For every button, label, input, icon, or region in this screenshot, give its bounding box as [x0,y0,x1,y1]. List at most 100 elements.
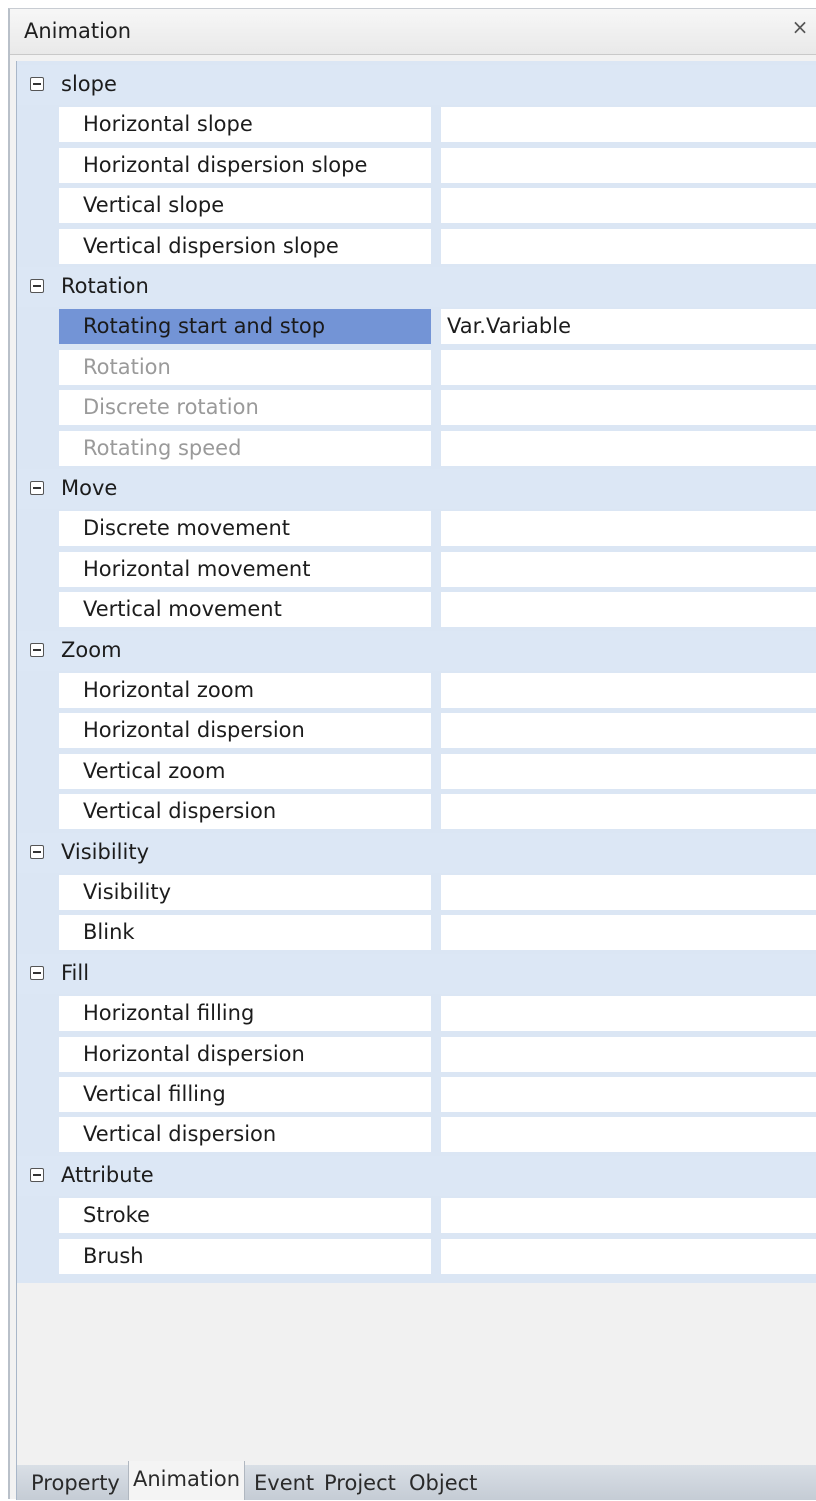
property-name[interactable]: Horizontal slope [59,107,431,143]
collapse-icon[interactable] [30,481,44,495]
category-fill[interactable]: Fill [17,953,816,994]
category-label: Attribute [61,1162,154,1187]
property-row: Rotation [55,347,816,388]
category-move[interactable]: Move [17,469,816,509]
property-value[interactable] [441,147,816,183]
tab-animation[interactable]: Animation [128,1461,246,1500]
property-value[interactable] [441,592,816,628]
property-row[interactable]: Blink [55,913,816,954]
property-name[interactable]: Discrete movement [59,511,431,547]
collapse-icon[interactable] [30,965,44,980]
property-row[interactable]: Horizontal dispersion [55,711,816,752]
property-grid: slope Horizontal slope Horizontal dispersi… [16,61,816,1283]
property-name[interactable]: Stroke [59,1198,431,1234]
property-value[interactable] [441,107,816,143]
property-value[interactable] [441,794,816,830]
property-row[interactable]: Stroke [55,1196,816,1237]
property-name[interactable]: Visibility [59,875,431,910]
property-name[interactable]: Horizontal dispersion [59,713,431,749]
collapse-icon[interactable] [30,77,44,91]
category-zoom[interactable]: Zoom [17,630,816,671]
property-row[interactable]: Horizontal filling [55,994,816,1035]
property-name[interactable]: Brush [59,1238,431,1274]
property-value[interactable] [441,753,816,789]
property-value[interactable] [441,1077,816,1112]
property-value[interactable]: Var.Variable [441,309,816,345]
property-value[interactable] [441,551,816,587]
property-value[interactable] [441,1238,816,1274]
collapse-icon[interactable] [30,642,44,657]
property-row[interactable]: Brush [55,1236,816,1277]
category-label: Visibility [61,839,150,864]
tab-property[interactable]: Property [27,1465,124,1500]
property-name[interactable]: Vertical dispersion [59,1117,431,1153]
property-value[interactable] [441,511,816,547]
property-name[interactable]: Vertical filling [59,1077,431,1112]
collapse-icon[interactable] [30,844,44,859]
property-name[interactable]: Vertical dispersion slope [59,228,431,264]
property-value[interactable] [441,673,816,708]
property-value[interactable] [441,188,816,224]
property-value[interactable] [441,713,816,749]
tab-event[interactable]: Event [250,1465,318,1500]
property-name[interactable]: Vertical slope [59,188,431,224]
property-row[interactable]: Vertical dispersion slope [55,226,816,267]
property-value [441,349,816,385]
tab-object[interactable]: Object [405,1465,481,1500]
property-grid-empty-area [16,1283,816,1465]
property-row[interactable]: Visibility [55,873,816,913]
tab-project[interactable]: Project [320,1465,400,1500]
category-label: Fill [61,960,90,985]
property-row[interactable]: Horizontal dispersion slope [55,145,816,186]
category-slope[interactable]: slope [17,65,816,105]
property-name[interactable]: Horizontal movement [59,551,431,587]
collapse-icon[interactable] [30,279,44,293]
category-label: slope [61,72,117,96]
property-name[interactable]: Rotating start and stop [59,309,431,345]
category-attribute[interactable]: Attribute [17,1155,816,1196]
property-row[interactable]: Vertical zoom [55,751,816,792]
property-name[interactable]: Blink [59,915,431,951]
panel-tab-strip: Property Animation Event Project Object [16,1461,816,1500]
property-name[interactable]: Vertical dispersion [59,794,431,830]
property-value[interactable] [441,915,816,951]
property-row[interactable]: Vertical movement [55,590,816,631]
property-name: Rotating speed [59,430,431,466]
property-value[interactable] [441,875,816,910]
property-name[interactable]: Horizontal dispersion [59,1036,431,1072]
category-label: Zoom [61,637,122,662]
property-name[interactable]: Horizontal filling [59,996,431,1032]
category-label: Rotation [61,274,149,298]
property-value [441,430,816,466]
property-value[interactable] [441,1198,816,1234]
property-value [441,390,816,426]
property-name[interactable]: Vertical movement [59,592,431,628]
property-name[interactable]: Vertical zoom [59,753,431,789]
animation-panel: Animation × slope Horizontal slope Horizon… [8,8,816,1500]
property-row[interactable]: Vertical slope [55,186,816,227]
close-icon[interactable]: × [788,15,812,39]
category-rotation[interactable]: Rotation [17,267,816,307]
property-row[interactable]: Vertical dispersion [55,1115,816,1156]
property-value[interactable] [441,1036,816,1072]
property-row[interactable]: Vertical filling [55,1075,816,1115]
property-name: Rotation [59,349,431,385]
property-row[interactable]: Rotating start and stop Var.Variable [55,307,816,348]
property-row[interactable]: Discrete movement [55,509,816,550]
property-name[interactable]: Horizontal dispersion slope [59,147,431,183]
property-name: Discrete rotation [59,390,431,426]
property-row[interactable]: Horizontal movement [55,549,816,590]
property-value[interactable] [441,996,816,1032]
category-visibility[interactable]: Visibility [17,832,816,873]
property-value[interactable] [441,228,816,264]
property-row: Rotating speed [55,428,816,469]
property-row[interactable]: Vertical dispersion [55,792,816,833]
property-row[interactable]: Horizontal slope [55,105,816,146]
property-value[interactable] [441,1117,816,1153]
property-row: Discrete rotation [55,388,816,429]
collapse-icon[interactable] [30,1167,44,1182]
property-row[interactable]: Horizontal zoom [55,671,816,711]
property-row[interactable]: Horizontal dispersion [55,1034,816,1075]
category-label: Move [61,476,118,500]
property-name[interactable]: Horizontal zoom [59,673,431,708]
